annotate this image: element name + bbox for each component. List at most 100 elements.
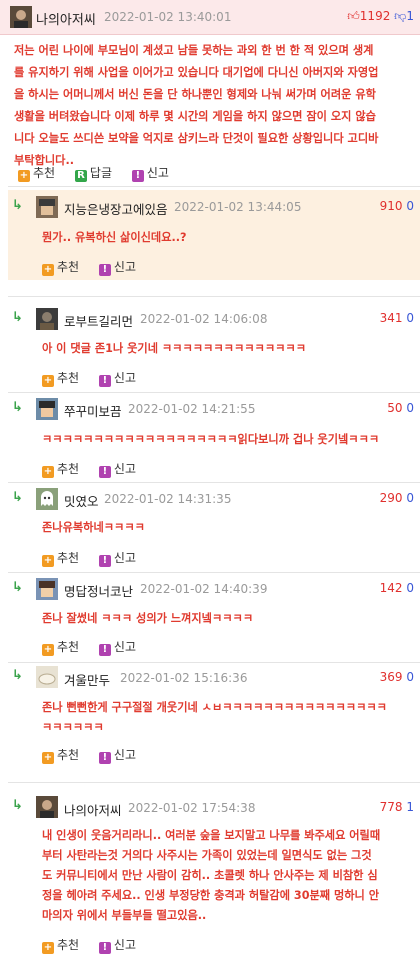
report-label: 신고 bbox=[113, 462, 137, 476]
comment-line: 마의자 위에서 부들부들 떨고있음.. bbox=[42, 909, 207, 922]
reply-arrow-icon: ↳ bbox=[12, 198, 23, 213]
avatar[interactable] bbox=[36, 196, 58, 218]
recommend-label: 추천 bbox=[57, 640, 80, 654]
report-button[interactable]: ! 신고 bbox=[98, 936, 136, 954]
upvote-count[interactable]: 778 bbox=[380, 800, 403, 814]
post-votes: 👍︎1192 👎︎1 bbox=[347, 9, 414, 24]
report-label: 신고 bbox=[113, 748, 137, 762]
plus-icon: + bbox=[42, 752, 54, 764]
post-body: 저는 어린 나이에 부모님이 계셨고 남들 못하는 과외 한 번 한 적 있으며… bbox=[14, 40, 410, 172]
report-button[interactable]: ! 신고 bbox=[98, 746, 137, 764]
reply-label: 답글 bbox=[89, 166, 113, 180]
comment-timestamp: 2022-01-02 14:21:55 bbox=[128, 402, 256, 416]
plus-icon: + bbox=[42, 555, 54, 567]
post-line: 를 유지하기 위해 사업을 이어가고 있습니다 대기업에 다니신 아버지와 자영… bbox=[14, 66, 379, 79]
post-line: 니다 오늘도 쓰디쓴 보약을 억지로 삼키느라 단것이 필요한 상황입니다 고디… bbox=[14, 132, 379, 145]
comment-votes: 341 0 bbox=[380, 311, 414, 325]
recommend-button[interactable]: + 추천 bbox=[42, 460, 79, 478]
recommend-button[interactable]: + 추천 bbox=[42, 369, 79, 387]
comment-text: 존나유복하네ㅋㅋㅋㅋ bbox=[42, 518, 410, 538]
recommend-label: 추천 bbox=[57, 938, 80, 952]
siren-icon: ! bbox=[98, 375, 111, 387]
avatar[interactable] bbox=[36, 308, 58, 330]
comment-username[interactable]: 로부트길리먼 bbox=[64, 311, 133, 330]
siren-icon: ! bbox=[98, 644, 111, 656]
comment-text: 존나 뻔뻔한게 구구절절 개웃기네 ㅅㅂㅋㅋㅋㅋㅋㅋㅋㅋㅋㅋㅋㅋㅋㅋㅋㅋ ㅋㅋㅋ… bbox=[42, 698, 410, 738]
avatar[interactable] bbox=[36, 666, 58, 688]
reply-arrow-icon: ↳ bbox=[12, 400, 23, 415]
comment-text: 내 인생이 웃음거리라니.. 여러분 숲을 보지말고 나무를 봐주세요 어릴때 … bbox=[42, 826, 410, 926]
reply-icon: R bbox=[74, 170, 87, 182]
reply-button[interactable]: R 답글 bbox=[74, 164, 113, 182]
reply-arrow-icon: ↳ bbox=[12, 310, 23, 325]
avatar[interactable] bbox=[36, 796, 58, 818]
recommend-button[interactable]: + 추천 bbox=[18, 164, 55, 182]
report-button[interactable]: ! 신고 bbox=[131, 164, 169, 182]
comment-username[interactable]: 지능은냉장고에있음 bbox=[64, 199, 168, 218]
post-downvote-count: 1 bbox=[406, 9, 414, 23]
downvote-count[interactable]: 0 bbox=[406, 311, 414, 325]
comment-timestamp: 2022-01-02 14:06:08 bbox=[140, 312, 268, 326]
comment-username[interactable]: 겨울만두 bbox=[64, 670, 110, 689]
report-button[interactable]: ! 신고 bbox=[98, 549, 137, 567]
recommend-button[interactable]: + 추천 bbox=[42, 549, 79, 567]
plus-icon: + bbox=[42, 942, 54, 954]
comment-text: 아 이 댓글 존1나 웃기네 ㅋㅋㅋㅋㅋㅋㅋㅋㅋㅋㅋㅋㅋㅋ bbox=[42, 339, 410, 359]
thumbs-up-icon[interactable]: 👍︎ bbox=[347, 9, 360, 23]
report-button[interactable]: ! 신고 bbox=[98, 369, 136, 387]
upvote-count[interactable]: 341 bbox=[380, 311, 403, 325]
comment-username[interactable]: 밋였오 bbox=[64, 491, 99, 510]
siren-icon: ! bbox=[98, 466, 111, 478]
upvote-count[interactable]: 50 bbox=[387, 401, 402, 415]
recommend-button[interactable]: + 추천 bbox=[42, 936, 79, 954]
comment-line: 존나 뻔뻔한게 구구절절 개웃기네 ㅅㅂㅋㅋㅋㅋㅋㅋㅋㅋㅋㅋㅋㅋㅋㅋㅋㅋ bbox=[42, 701, 387, 714]
report-button[interactable]: ! 신고 bbox=[98, 638, 136, 656]
thumbs-down-icon[interactable]: 👎︎ bbox=[394, 9, 406, 23]
comment-line: 존나유복하네ㅋㅋㅋㅋ bbox=[42, 521, 145, 534]
comment-line: 부터 사탄라는것 거의다 사주시는 가족이 있었는데 일면식도 없는 그것 bbox=[42, 849, 372, 862]
comment-actions: + 추천 ! 신고 bbox=[42, 258, 152, 276]
comment-username[interactable]: 쭈꾸미보끔 bbox=[64, 401, 122, 420]
upvote-count[interactable]: 910 bbox=[380, 199, 403, 213]
siren-icon: ! bbox=[98, 752, 111, 764]
recommend-button[interactable]: + 추천 bbox=[42, 638, 79, 656]
upvote-count[interactable]: 290 bbox=[380, 491, 403, 505]
recommend-label: 추천 bbox=[33, 166, 56, 180]
upvote-count[interactable]: 142 bbox=[380, 581, 403, 595]
comment-actions: + 추천 ! 신고 bbox=[42, 369, 152, 387]
comment-username[interactable]: 명답정너코난 bbox=[64, 581, 133, 600]
divider bbox=[8, 186, 420, 187]
comment-text: 존나 잘썼네 ㅋㅋㅋ 성의가 느껴지넼ㅋㅋㅋㅋ bbox=[42, 609, 410, 629]
post-username[interactable]: 나의아저씨 bbox=[36, 9, 96, 28]
divider bbox=[8, 482, 420, 483]
avatar[interactable] bbox=[10, 6, 32, 28]
comment-line: 아 이 댓글 존1나 웃기네 ㅋㅋㅋㅋㅋㅋㅋㅋㅋㅋㅋㅋㅋㅋ bbox=[42, 342, 306, 355]
ghost-icon[interactable] bbox=[36, 488, 58, 510]
recommend-label: 추천 bbox=[57, 260, 80, 274]
comment-timestamp: 2022-01-02 13:44:05 bbox=[174, 200, 302, 214]
avatar[interactable] bbox=[36, 398, 58, 420]
report-button[interactable]: ! 신고 bbox=[98, 258, 136, 276]
siren-icon: ! bbox=[98, 264, 111, 276]
downvote-count[interactable]: 0 bbox=[406, 670, 414, 684]
downvote-count[interactable]: 0 bbox=[406, 581, 414, 595]
downvote-count[interactable]: 0 bbox=[406, 199, 414, 213]
report-button[interactable]: ! 신고 bbox=[98, 460, 137, 478]
recommend-button[interactable]: + 추천 bbox=[42, 746, 79, 764]
divider bbox=[8, 662, 420, 663]
comment-username[interactable]: 나의아저씨 bbox=[64, 800, 122, 819]
reply-arrow-icon: ↳ bbox=[12, 580, 23, 595]
downvote-count[interactable]: 0 bbox=[406, 491, 414, 505]
upvote-count[interactable]: 369 bbox=[380, 670, 403, 684]
recommend-label: 추천 bbox=[57, 462, 80, 476]
downvote-count[interactable]: 0 bbox=[406, 401, 414, 415]
comment-actions: + 추천 ! 신고 bbox=[42, 549, 152, 567]
avatar[interactable] bbox=[36, 578, 58, 600]
downvote-count[interactable]: 1 bbox=[406, 800, 414, 814]
report-label: 신고 bbox=[113, 551, 137, 565]
recommend-button[interactable]: + 추천 bbox=[42, 258, 79, 276]
recommend-label: 추천 bbox=[57, 748, 80, 762]
comment-votes: 50 0 bbox=[387, 401, 414, 415]
comment-timestamp: 2022-01-02 14:31:35 bbox=[104, 492, 232, 506]
post-header: 나의아저씨 2022-01-02 13:40:01 👍︎1192 👎︎1 bbox=[0, 0, 420, 35]
